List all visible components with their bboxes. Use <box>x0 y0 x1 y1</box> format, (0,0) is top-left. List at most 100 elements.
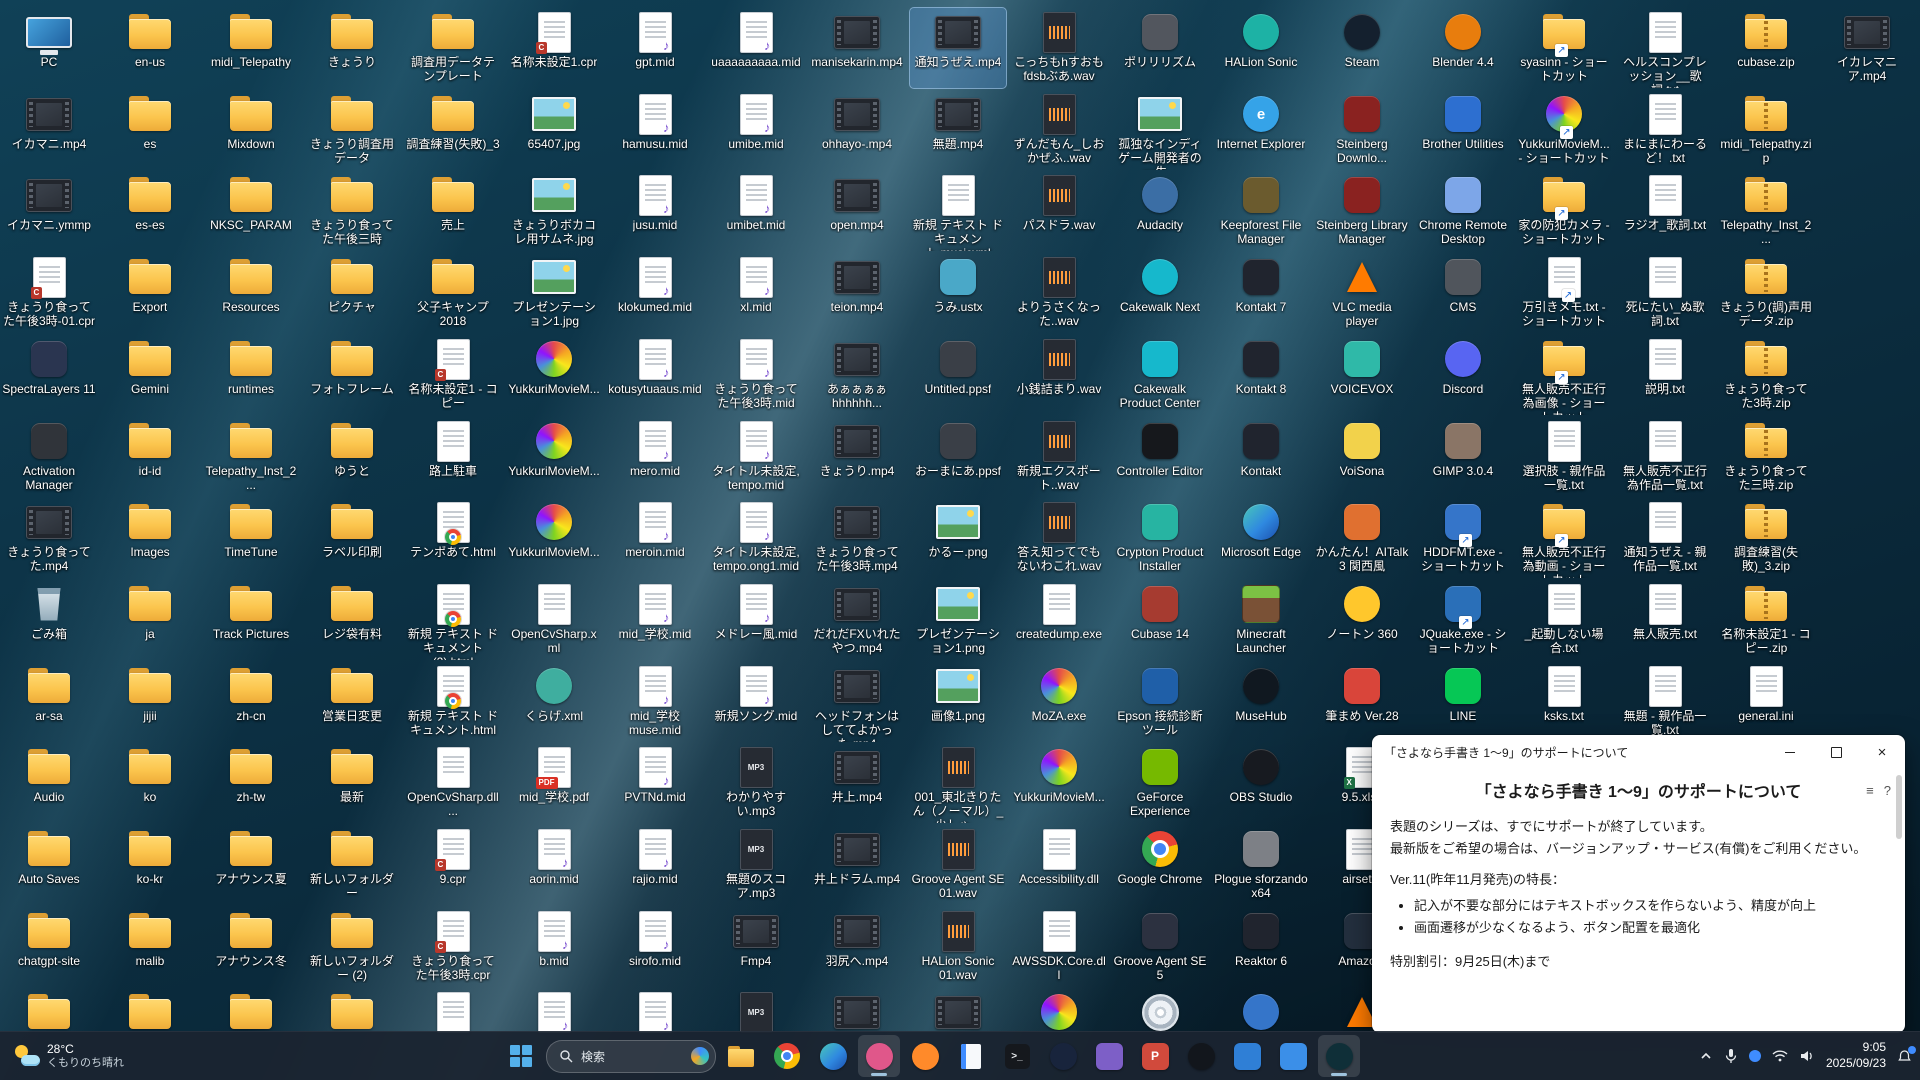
steam-taskbar-icon[interactable] <box>1042 1035 1084 1077</box>
desktop-icon[interactable]: ごみ箱 <box>1 580 97 660</box>
desktop-icon[interactable]: かんたん！AITalk 3 関西風 <box>1314 498 1410 578</box>
desktop-icon[interactable]: YukkuriMovieM... <box>1011 743 1107 823</box>
desktop-icon[interactable]: ↗家の防犯カメラ - ショートカット <box>1516 171 1612 251</box>
desktop-icon[interactable]: LINE <box>1415 662 1511 742</box>
desktop-icon[interactable]: VOICEVOX <box>1314 335 1410 415</box>
desktop-icon[interactable]: 65407.jpg <box>506 90 602 170</box>
desktop-icon[interactable]: YukkuriMovieM... <box>506 417 602 497</box>
desktop-icon[interactable]: だれだFXいれたやつ.mp4 <box>809 580 905 660</box>
desktop-icon[interactable]: SpectraLayers 11 <box>1 335 97 415</box>
desktop-icon[interactable]: MoZA.exe <box>1011 662 1107 742</box>
desktop-icon[interactable]: きょうり食ってた.mp4 <box>1 498 97 578</box>
desktop-icon[interactable]: midi_Telepathy.zip <box>1718 90 1814 170</box>
desktop-icon[interactable]: HALion Sonic <box>1213 8 1309 88</box>
desktop-icon[interactable]: Mixdown <box>203 90 299 170</box>
desktop-icon[interactable]: AWSSDK.Core.dll <box>1011 907 1107 987</box>
desktop-icon[interactable]: MP3わかりやすい.mp3 <box>708 743 804 823</box>
desktop-icon[interactable]: malib <box>102 907 198 987</box>
desktop-icon[interactable]: Audacity <box>1112 171 1208 251</box>
desktop-icon[interactable]: きょうり(調)声用データ.zip <box>1718 253 1814 333</box>
desktop-icon[interactable]: Untitled.ppsf <box>910 335 1006 415</box>
desktop-icon[interactable]: VLC media player <box>1314 253 1410 333</box>
desktop-icon[interactable]: ポリリリズム <box>1112 8 1208 88</box>
weather-widget[interactable]: 28°C くもりのち晴れ <box>6 1032 132 1080</box>
dialog-titlebar[interactable]: 「さよなら手書き 1～9」のサポートについて × <box>1372 735 1905 769</box>
hidden-icons-chevron[interactable] <box>1699 1049 1713 1063</box>
desktop-icon[interactable]: Discord <box>1415 335 1511 415</box>
desktop-icon[interactable]: Plogue sforzando x64 <box>1213 825 1309 905</box>
media-app-taskbar-icon[interactable] <box>858 1035 900 1077</box>
desktop-icon[interactable]: 通知うぜえ - 親作品一覧.txt <box>1617 498 1713 578</box>
desktop-icon[interactable]: Cきょうり食ってた午後3時-01.cpr <box>1 253 97 333</box>
desktop-icon[interactable]: Kontakt 8 <box>1213 335 1309 415</box>
desktop-icon[interactable]: ♪aorin.mid <box>506 825 602 905</box>
desktop-icon[interactable]: Audio <box>1 743 97 823</box>
desktop-icon[interactable]: 筆まめ Ver.28 <box>1314 662 1410 742</box>
desktop-icon[interactable]: きょうり食ってた午後3時.mp4 <box>809 498 905 578</box>
desktop-icon[interactable]: ↗万引きメモ.txt - ショートカット <box>1516 253 1612 333</box>
desktop-icon[interactable]: ♪kotusytuaaus.mid <box>607 335 703 415</box>
desktop-icon[interactable]: Brother Utilities <box>1415 90 1511 170</box>
desktop-icon[interactable]: CMS <box>1415 253 1511 333</box>
desktop-icon[interactable]: ゆうと <box>304 417 400 497</box>
desktop-icon[interactable]: 名称未設定1 - コピー.zip <box>1718 580 1814 660</box>
desktop-icon[interactable]: PDFmid_学校.pdf <box>506 743 602 823</box>
desktop-icon[interactable]: ♪メドレー風.mid <box>708 580 804 660</box>
desktop-icon[interactable]: パスドラ.wav <box>1011 171 1107 251</box>
desktop-icon[interactable]: ksks.txt <box>1516 662 1612 742</box>
desktop-icon[interactable]: イカレマニア.mp4 <box>1819 8 1915 88</box>
desktop-icon[interactable]: 新規エクスポート..wav <box>1011 417 1107 497</box>
desktop-icon[interactable]: ↗syasinn - ショートカット <box>1516 8 1612 88</box>
desktop-icon[interactable]: es <box>102 90 198 170</box>
desktop-icon[interactable]: ♪meroin.mid <box>607 498 703 578</box>
desktop-icon[interactable]: TimeTune <box>203 498 299 578</box>
desktop-icon[interactable]: ♪jusu.mid <box>607 171 703 251</box>
desktop-icon[interactable]: 調査練習(失敗)_3 <box>405 90 501 170</box>
desktop-icon[interactable]: Steinberg Library Manager <box>1314 171 1410 251</box>
desktop-icon[interactable]: ar-sa <box>1 662 97 742</box>
desktop-icon[interactable]: Telepathy_Inst_2... <box>203 417 299 497</box>
close-button[interactable]: × <box>1859 735 1905 769</box>
desktop-icon[interactable]: Steinberg Downlo... <box>1314 90 1410 170</box>
desktop-icon[interactable]: Gemini <box>102 335 198 415</box>
desktop-icon[interactable]: 新しいフォルダー <box>304 825 400 905</box>
desktop-icon[interactable]: きょうり食ってた午後三時 <box>304 171 400 251</box>
desktop-icon[interactable]: createdump.exe <box>1011 580 1107 660</box>
tray-blue-icon[interactable] <box>1749 1050 1761 1062</box>
desktop-icon[interactable]: es-es <box>102 171 198 251</box>
desktop-icon[interactable]: Chrome Remote Desktop <box>1415 171 1511 251</box>
voice-editor-taskbar-icon[interactable] <box>1088 1035 1130 1077</box>
desktop-icon[interactable]: ラベル印刷 <box>304 498 400 578</box>
desktop-icon[interactable]: ♪hamusu.mid <box>607 90 703 170</box>
desktop-icon[interactable]: プレゼンテーション1.png <box>910 580 1006 660</box>
desktop-icon[interactable]: OpenCvSharp.dll... <box>405 743 501 823</box>
desktop-icon[interactable]: YukkuriMovieM... <box>506 335 602 415</box>
desktop-icon[interactable]: Cきょうり食ってた午後3時.cpr <box>405 907 501 987</box>
desktop-icon[interactable]: Telepathy_Inst_2... <box>1718 171 1814 251</box>
desktop-icon[interactable]: フォトフレーム <box>304 335 400 415</box>
desktop-icon[interactable]: イカマニ.mp4 <box>1 90 97 170</box>
desktop-icon[interactable]: ヘッドフォンはしててよかった.mp4 <box>809 662 905 742</box>
desktop-icon[interactable]: ノートン 360 <box>1314 580 1410 660</box>
chrome-taskbar-icon[interactable] <box>766 1035 808 1077</box>
desktop-icon[interactable]: ♪mid_学校 muse.mid <box>607 662 703 742</box>
wifi-icon[interactable] <box>1772 1050 1788 1062</box>
desktop-icon[interactable]: 通知うぜえ.mp4 <box>910 8 1006 88</box>
desktop-icon[interactable]: teion.mp4 <box>809 253 905 333</box>
desktop-icon[interactable]: Cakewalk Product Center <box>1112 335 1208 415</box>
desktop-icon[interactable]: C名称未設定1 - コピー <box>405 335 501 415</box>
desktop-icon[interactable]: MP3無題のスコア.mp3 <box>708 825 804 905</box>
desktop-icon[interactable]: Kontakt <box>1213 417 1309 497</box>
desktop-icon[interactable]: アナウンス冬 <box>203 907 299 987</box>
desktop-icon[interactable]: C9.cpr <box>405 825 501 905</box>
desktop-icon[interactable]: runtimes <box>203 335 299 415</box>
desktop-icon[interactable]: 無人販売不正行為作品一覧.txt <box>1617 417 1713 497</box>
desktop-icon[interactable]: ♪umibet.mid <box>708 171 804 251</box>
desktop-icon[interactable]: chatgpt-site <box>1 907 97 987</box>
desktop-icon[interactable]: 井上ドラム.mp4 <box>809 825 905 905</box>
desktop-icon[interactable]: ♪klokumed.mid <box>607 253 703 333</box>
clock[interactable]: 9:05 2025/09/23 <box>1826 1040 1886 1071</box>
desktop-icon[interactable]: Cubase 14 <box>1112 580 1208 660</box>
desktop-icon[interactable]: ずんだもん_しおかぜふ..wav <box>1011 90 1107 170</box>
desktop-icon[interactable]: ♪xl.mid <box>708 253 804 333</box>
